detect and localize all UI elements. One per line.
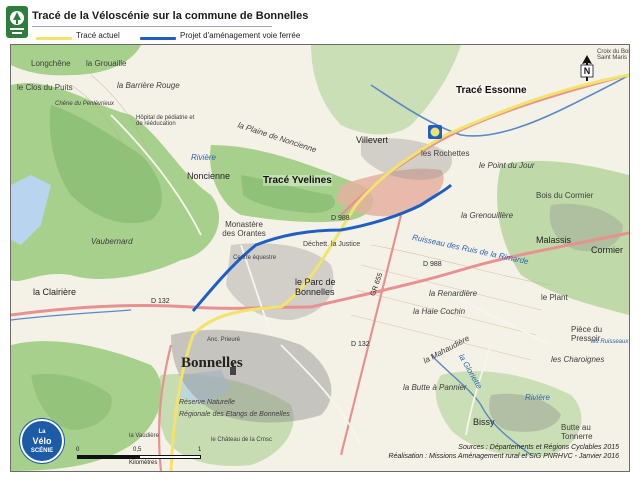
place-label: le Point du Jour <box>479 161 535 170</box>
water-label: Rivière <box>191 153 216 162</box>
place-label: Noncienne <box>187 171 231 181</box>
scale-tick-label: 0,5 <box>133 447 142 453</box>
place-label: Chêne du Penlèvrieux <box>55 101 115 107</box>
title-divider <box>32 26 272 27</box>
sources-line: Réalisation : Missions Aménagement rural… <box>388 453 619 460</box>
water-label: les Ruisseaux <box>591 339 629 345</box>
place-label: la Haie Cochin <box>413 307 466 316</box>
scale-bar: 0 0,5 1 Kilomètres <box>76 447 202 467</box>
scale-tick-label: 1 <box>198 447 202 453</box>
place-label: Villevert <box>356 135 388 145</box>
place-label: la Butte à Pannier <box>403 383 467 392</box>
place-label: Régionale des Etangs de Bonnelles <box>179 411 290 418</box>
place-label: Malassis <box>536 235 572 245</box>
place-label: Croix du Bois Saint Maris <box>597 49 630 61</box>
legend-project-label: Projet d'aménagement voie ferrée <box>180 31 301 40</box>
legend-current-label: Tracé actuel <box>76 31 120 40</box>
road-gr655 <box>339 214 403 456</box>
place-label: Cormier <box>591 245 624 255</box>
scale-tick-label: 0 <box>76 447 80 453</box>
badge-line: La <box>38 429 46 435</box>
place-label: Anc. Prieuré <box>207 337 241 343</box>
trace-label-yvelines: Tracé Yvelines <box>263 175 332 186</box>
road-label: D 988 <box>331 215 350 222</box>
legend-current-swatch <box>36 37 72 40</box>
scale-unit-label: Kilomètres <box>129 460 158 466</box>
road-label: D 132 <box>151 298 170 305</box>
legend-project-swatch <box>140 37 176 40</box>
map-header: Tracé de la Véloscénie sur la commune de… <box>0 0 640 44</box>
cycle-marker-icon <box>428 125 442 139</box>
place-label: Centre équestre <box>233 255 277 261</box>
place-label: le Château de la Crnsc <box>211 437 273 443</box>
map-base-layer <box>11 45 629 471</box>
map-title: Tracé de la Véloscénie sur la commune de… <box>32 10 309 22</box>
place-label: Longchêne <box>31 59 71 68</box>
place-label: la Grouaille <box>86 59 127 68</box>
place-label: Déchett. la Justice <box>303 241 361 248</box>
badge-line: SCÉNIE <box>30 448 54 454</box>
road-label: D 988 <box>423 261 442 268</box>
place-label: la Renardière <box>429 289 478 298</box>
sources-block: Sources : Départements et Régions Cyclab… <box>389 443 619 461</box>
forest-north-right <box>311 45 461 135</box>
place-label: Monastère des Orantes <box>222 220 266 238</box>
veloscenie-logo-icon: La Vélo SCÉNIE <box>20 419 64 463</box>
trace-label-essonne: Tracé Essonne <box>456 85 527 96</box>
place-label: le Plant <box>541 293 568 302</box>
park-logo-icon <box>6 6 28 38</box>
north-arrow-icon: N <box>579 55 595 81</box>
place-label: les Charoignes <box>551 355 605 364</box>
place-label: la Vaudière <box>129 433 159 439</box>
place-label: Vaubernard <box>91 237 133 246</box>
place-label: la Barrière Rouge <box>117 81 180 90</box>
sources-line: Sources : Départements et Régions Cyclab… <box>458 444 619 451</box>
town-label-bonnelles: Bonnelles <box>181 355 243 371</box>
place-label: Butte au Tonnerre <box>561 423 593 441</box>
place-label: la Grenouillère <box>461 211 514 220</box>
map-canvas[interactable]: Tracé Essonne Tracé Yvelines Longchêne l… <box>10 44 630 472</box>
place-label: les Rochettes <box>421 149 470 158</box>
place-label: la Clairière <box>33 287 77 297</box>
north-label: N <box>584 66 591 76</box>
road-label: D 132 <box>351 341 370 348</box>
badge-line: Vélo <box>32 436 52 446</box>
place-label: Bissy <box>473 417 495 427</box>
place-label: le Clos du Puits <box>17 83 73 92</box>
scale-segment <box>139 455 201 459</box>
water-label: Rivière <box>525 393 550 402</box>
place-label: Hôpital de pédiatrie et de rééducation <box>136 115 195 127</box>
place-label: le Parc de Bonnelles <box>295 277 336 297</box>
scale-segment <box>77 455 139 459</box>
place-label: Réserve Naturelle <box>179 399 236 406</box>
place-label: Bois du Cormier <box>536 191 594 200</box>
